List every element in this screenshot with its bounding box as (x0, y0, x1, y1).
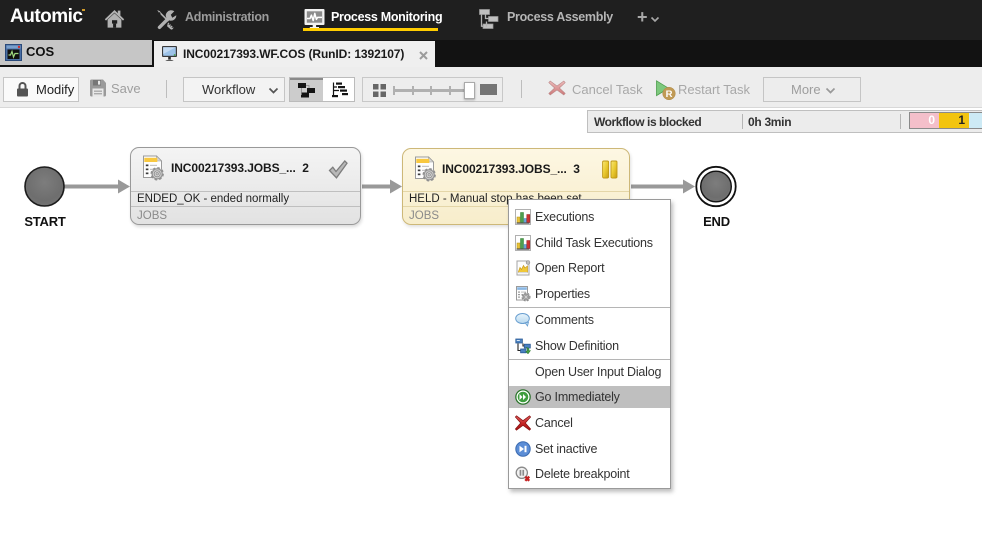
svg-text:R: R (666, 89, 673, 100)
